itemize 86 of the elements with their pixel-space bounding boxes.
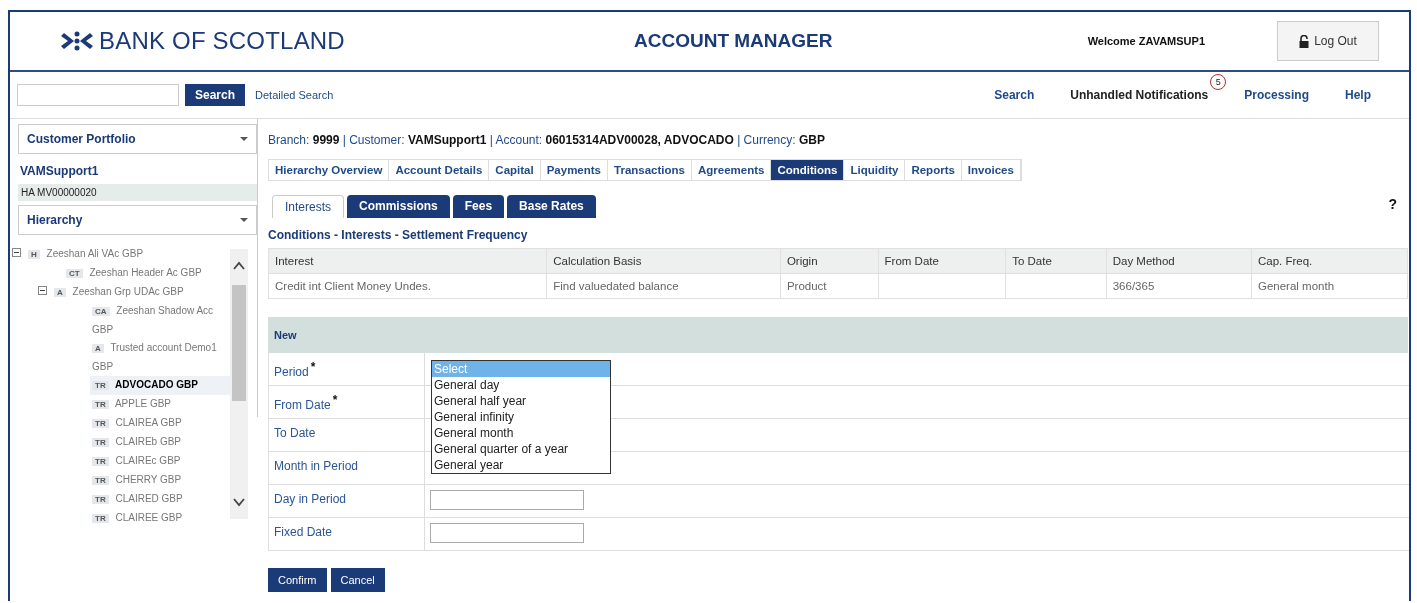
dropdown-option[interactable]: General quarter of a year [432, 441, 610, 457]
account-breadcrumb: Branch: 9999 | Customer: VAMSupport1 | Account: 06015314ADV00028, ADVOCADO | Currency: GBP [268, 133, 826, 147]
tree-item[interactable]: TR CLAIREE GBP [90, 509, 230, 528]
section-label: New [274, 329, 297, 341]
column-header: Calculation Basis [546, 248, 781, 274]
tree-item[interactable]: TR ADVOCADO GBP [90, 376, 230, 395]
tab[interactable]: Payments [540, 160, 608, 180]
column-header: To Date [1005, 248, 1107, 274]
dropdown-option[interactable]: General day [432, 377, 610, 393]
sub-tab[interactable]: Base Rates [507, 195, 596, 218]
table-cell: 366/365 [1106, 273, 1252, 299]
tab[interactable]: Hierarchy Overview [269, 160, 390, 180]
tree-item[interactable]: TR CLAIREb GBP [90, 433, 230, 452]
search-field[interactable] [17, 84, 179, 106]
column-header: Cap. Freq. [1251, 248, 1408, 274]
app-title: ACCOUNT MANAGER [634, 30, 833, 52]
welcome-text: Welcome ZAVAMSUP1 [1087, 35, 1205, 47]
tree-item[interactable]: TR APPLE GBP [90, 395, 230, 414]
scrollbar-drawing[interactable] [230, 249, 248, 519]
detailed-search-link[interactable]: Detailed Search [255, 89, 334, 101]
portfolio-item[interactable]: HA MV00000020 [18, 184, 257, 201]
field-label: From Date [274, 398, 331, 412]
tree-item[interactable]: A Zeeshan Grp UDAc GBP [52, 283, 206, 302]
tree-item[interactable]: CT Zeeshan Header Ac GBP [64, 264, 218, 283]
dropdown-option[interactable]: General half year [432, 393, 610, 409]
table-cell: General month [1251, 273, 1408, 299]
tree-item[interactable]: A Trusted account Demo1 GBP [90, 339, 230, 376]
section-title: Conditions - Interests - Settlement Frequency [268, 228, 529, 242]
field-label: To Date [274, 426, 316, 440]
logout-button[interactable]: Log Out [1277, 21, 1379, 61]
form-button[interactable]: Cancel [330, 568, 385, 592]
customer-name[interactable]: VAMSupport1 [10, 154, 257, 184]
tree-item[interactable]: H Zeeshan Ali VAc GBP [26, 245, 180, 264]
nav-link[interactable]: Unhandled Notifications [1070, 88, 1209, 102]
notification-badge: 5 [1210, 74, 1227, 90]
tree-item[interactable]: TR CHERRY GBP [90, 471, 230, 490]
caret-icon [240, 218, 248, 222]
input-field[interactable] [430, 490, 584, 510]
help-link[interactable]: ? [1388, 196, 1397, 212]
panel-title: Hierarchy [27, 213, 83, 227]
sub-tab[interactable]: Fees [452, 195, 505, 218]
field-label: Fixed Date [274, 525, 333, 539]
collapse-icon[interactable] [12, 248, 21, 257]
tab[interactable]: Reports [905, 160, 962, 180]
panel-header[interactable]: Hierarchy [18, 205, 257, 235]
search-button[interactable]: Search [185, 84, 246, 106]
dropdown-option[interactable]: General month [432, 425, 610, 441]
collapse-icon[interactable] [38, 286, 47, 295]
nav-link[interactable]: Help [1345, 88, 1371, 102]
lock-icon [1299, 34, 1310, 48]
dropdown-list[interactable]: Select General day General half year General infinity General month General quarter of a year General year [431, 360, 611, 474]
panel-header[interactable]: Customer Portfolio [18, 124, 257, 154]
field-label: Period [274, 365, 309, 379]
column-header: Day Method [1106, 248, 1252, 274]
tab[interactable]: Conditions [771, 160, 845, 180]
logo-icon [60, 31, 94, 51]
column-header: From Date [878, 248, 1006, 274]
tab[interactable]: Liquidity [844, 160, 906, 180]
field-label: Month in Period [274, 459, 359, 473]
sub-tab[interactable]: Interests [272, 195, 345, 218]
field-label: Day in Period [274, 492, 347, 506]
table-cell: Credit int Client Money Undes. [268, 273, 547, 299]
table-cell: Find valuedated balance [546, 273, 781, 299]
tab[interactable]: Capital [489, 160, 541, 180]
tab[interactable]: Account Details [389, 160, 490, 180]
form-button[interactable]: Confirm [268, 568, 327, 592]
caret-icon [240, 137, 248, 141]
tree-item[interactable]: TR CLAIREA GBP [90, 414, 230, 433]
tree-item[interactable]: TR CLAIRED GBP [90, 490, 230, 509]
brand-name: BANK OF SCOTLAND [99, 27, 345, 55]
tab[interactable]: Invoices [961, 160, 1021, 180]
input-field[interactable] [430, 523, 584, 543]
tree-item[interactable]: TR CLAIREc GBP [90, 452, 230, 471]
dropdown-option[interactable]: General year [432, 457, 610, 473]
panel-title: Customer Portfolio [27, 132, 136, 146]
required-mark: * [310, 360, 316, 374]
required-mark: * [332, 393, 338, 407]
nav-link[interactable]: Search [994, 88, 1035, 102]
table-cell: Product [780, 273, 879, 299]
tree-item[interactable]: CA Zeeshan Shadow Acc GBP [90, 302, 230, 339]
nav-link[interactable]: Processing [1244, 88, 1309, 102]
sub-tab[interactable]: Commissions [347, 195, 450, 218]
dropdown-option[interactable]: General infinity [432, 409, 610, 425]
column-header: Interest [268, 248, 547, 274]
column-header: Origin [780, 248, 879, 274]
tab[interactable]: Transactions [608, 160, 692, 180]
